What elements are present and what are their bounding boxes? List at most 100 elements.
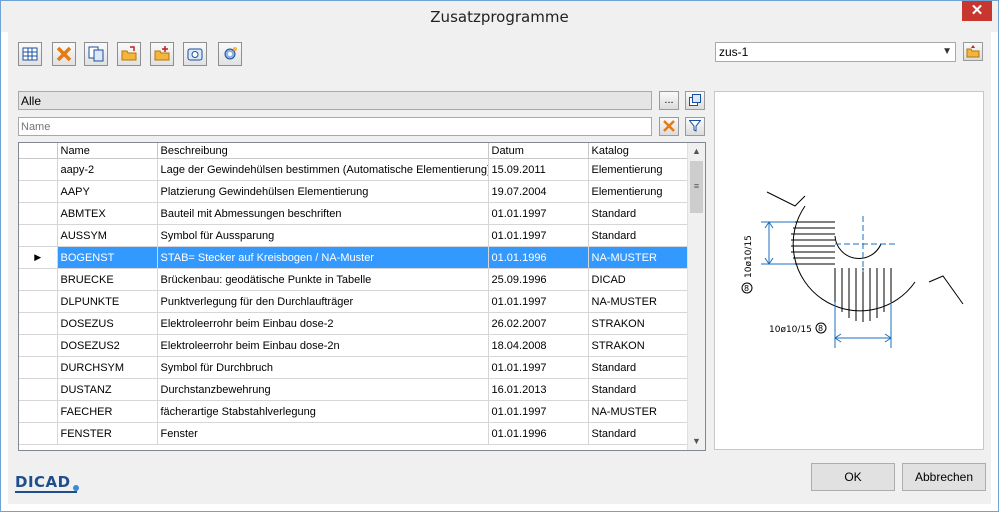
catalog-select[interactable]: zus-1 ▼ [715,42,956,62]
cell-date[interactable]: 01.01.1997 [488,290,589,313]
row-header[interactable] [19,356,58,379]
cell-date[interactable]: 25.09.1996 [488,268,589,291]
row-header[interactable] [19,202,58,225]
table-row[interactable]: aapy-2 Lage der Gewindehülsen bestimmen (… [19,158,690,181]
cell-date[interactable]: 01.01.1996 [488,422,589,445]
cell-name[interactable]: FAECHER [57,400,158,423]
cell-description[interactable]: Durchstanzbewehrung [157,378,489,401]
cell-name[interactable]: DUSTANZ [57,378,158,401]
new-window-button[interactable] [685,91,705,110]
row-header[interactable] [19,224,58,247]
add-folder-button[interactable] [150,42,174,66]
name-input[interactable] [18,117,652,136]
cell-description[interactable]: STAB= Stecker auf Kreisbogen / NA-Muster [157,246,489,269]
scroll-thumb[interactable]: ≡ [690,161,703,213]
cell-description[interactable]: Bauteil mit Abmessungen beschriften [157,202,489,225]
table-row[interactable]: AUSSYM Symbol für Aussparung 01.01.1997 Sta… [19,224,690,247]
table-row[interactable]: DLPUNKTE Punktverlegung für den Durchlauf… [19,290,690,313]
cell-date[interactable]: 01.01.1997 [488,400,589,423]
table-row[interactable]: FENSTER Fenster 01.01.1996 Standard [19,422,690,445]
row-header[interactable] [19,334,58,357]
cell-catalog[interactable]: NA-MUSTER [588,290,690,313]
cell-name[interactable]: BOGENST [57,246,158,269]
cell-description[interactable]: Brückenbau: geodätische Punkte in Tabell… [157,268,489,291]
table-row[interactable]: DURCHSYM Symbol für Durchbruch 01.01.1997 S… [19,356,690,379]
cell-name[interactable]: AAPY [57,180,158,203]
row-header[interactable] [19,312,58,335]
cell-description[interactable]: Elektroleerrohr beim Einbau dose-2 [157,312,489,335]
browse-button[interactable]: ... [659,91,679,110]
cell-catalog[interactable]: DICAD [588,268,690,291]
cell-catalog[interactable]: Standard [588,378,690,401]
row-header[interactable] [19,378,58,401]
row-pointer-icon[interactable]: ▶ [19,246,58,269]
clear-filter-button[interactable] [659,117,679,136]
scroll-down-icon[interactable]: ▼ [688,433,705,450]
cell-name[interactable]: ABMTEX [57,202,158,225]
cell-catalog[interactable]: NA-MUSTER [588,246,690,269]
cell-date[interactable]: 15.09.2011 [488,158,589,181]
cell-date[interactable]: 16.01.2013 [488,378,589,401]
cell-date[interactable]: 01.01.1997 [488,356,589,379]
cell-name[interactable]: DURCHSYM [57,356,158,379]
table-row[interactable]: DOSEZUS Elektroleerrohr beim Einbau dose-… [19,312,690,335]
cell-description[interactable]: Fenster [157,422,489,445]
table-row[interactable]: DUSTANZ Durchstanzbewehrung 16.01.2013 Stan… [19,378,690,401]
cell-catalog[interactable]: STRAKON [588,312,690,335]
cell-date[interactable]: 18.04.2008 [488,334,589,357]
close-button[interactable]: ✕ [962,1,992,21]
table-row[interactable]: ABMTEX Bauteil mit Abmessungen beschrifte… [19,202,690,225]
cell-catalog[interactable]: NA-MUSTER [588,400,690,423]
catalog-folder-button[interactable] [963,42,983,61]
cell-name[interactable]: DLPUNKTE [57,290,158,313]
cell-description[interactable]: Elektroleerrohr beim Einbau dose-2n [157,334,489,357]
cell-catalog[interactable]: Elementierung [588,180,690,203]
row-header[interactable] [19,158,58,181]
cell-name[interactable]: DOSEZUS [57,312,158,335]
filter-field[interactable]: Alle [18,91,652,110]
cell-catalog[interactable]: STRAKON [588,334,690,357]
settings-button[interactable] [218,42,242,66]
row-header[interactable] [19,290,58,313]
cell-catalog[interactable]: Standard [588,422,690,445]
cell-description[interactable]: Punktverlegung für den Durchlaufträger [157,290,489,313]
cell-name[interactable]: DOSEZUS2 [57,334,158,357]
preview-button[interactable] [183,42,207,66]
row-header[interactable] [19,180,58,203]
import-button[interactable] [117,42,141,66]
table-row[interactable]: FAECHER fächerartige Stabstahlverlegung 01… [19,400,690,423]
cell-catalog[interactable]: Elementierung [588,158,690,181]
ok-button[interactable]: OK [811,463,895,491]
delete-button[interactable] [52,42,76,66]
cell-catalog[interactable]: Standard [588,224,690,247]
cell-catalog[interactable]: Standard [588,356,690,379]
vertical-scrollbar[interactable]: ▲ ≡ ▼ [687,143,705,450]
filter-button[interactable] [685,117,705,136]
cell-date[interactable]: 19.07.2004 [488,180,589,203]
table-row[interactable]: ▶ BOGENST STAB= Stecker auf Kreisbogen / N… [19,246,690,269]
cell-name[interactable]: BRUECKE [57,268,158,291]
cell-description[interactable]: Lage der Gewindehülsen bestimmen (Automa… [157,158,489,181]
column-header-name[interactable]: Name [57,143,158,159]
table-row[interactable]: BRUECKE Brückenbau: geodätische Punkte in… [19,268,690,291]
cell-name[interactable]: AUSSYM [57,224,158,247]
cell-date[interactable]: 26.02.2007 [488,312,589,335]
scroll-up-icon[interactable]: ▲ [688,143,705,160]
cell-description[interactable]: Symbol für Durchbruch [157,356,489,379]
cell-date[interactable]: 01.01.1997 [488,202,589,225]
copy-button[interactable] [84,42,108,66]
cell-name[interactable]: FENSTER [57,422,158,445]
column-header-date[interactable]: Datum [488,143,589,159]
cell-date[interactable]: 01.01.1997 [488,224,589,247]
cell-name[interactable]: aapy-2 [57,158,158,181]
row-header[interactable] [19,400,58,423]
table-row[interactable]: DOSEZUS2 Elektroleerrohr beim Einbau dose… [19,334,690,357]
cell-description[interactable]: fächerartige Stabstahlverlegung [157,400,489,423]
cell-date[interactable]: 01.01.1996 [488,246,589,269]
cell-description[interactable]: Platzierung Gewindehülsen Elementierung [157,180,489,203]
column-header-description[interactable]: Beschreibung [157,143,489,159]
cancel-button[interactable]: Abbrechen [902,463,986,491]
row-header[interactable] [19,422,58,445]
table-row[interactable]: AAPY Platzierung Gewindehülsen Elementier… [19,180,690,203]
cell-description[interactable]: Symbol für Aussparung [157,224,489,247]
